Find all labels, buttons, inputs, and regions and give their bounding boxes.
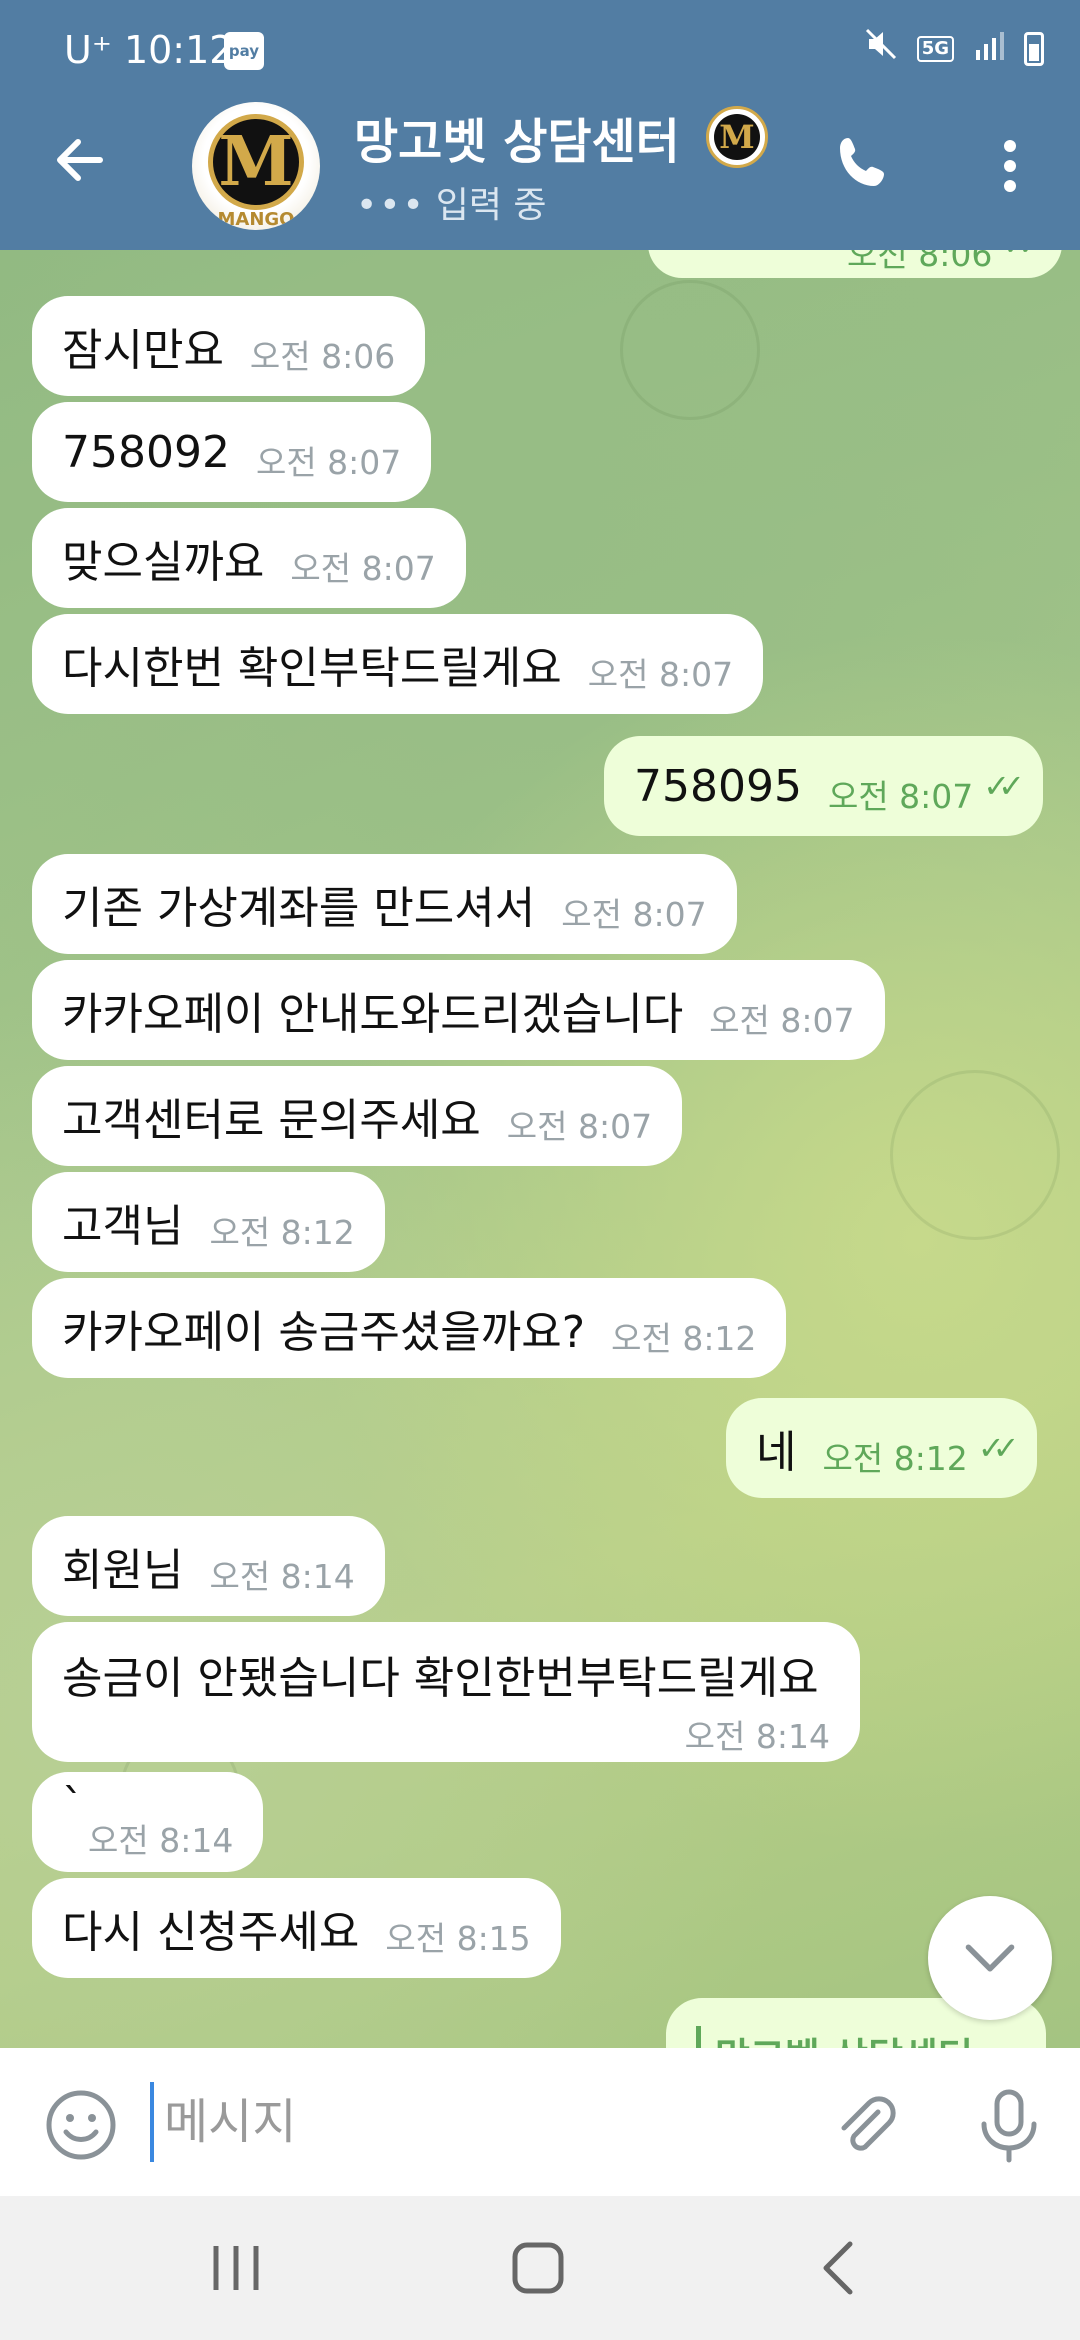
message-time: 오전 8:07 bbox=[827, 777, 974, 816]
back-button[interactable] bbox=[50, 130, 110, 190]
system-nav-bar bbox=[0, 2196, 1080, 2340]
back-chevron-icon bbox=[823, 2241, 853, 2295]
typing-status: ••• 입력 중 bbox=[356, 176, 547, 228]
call-button[interactable] bbox=[830, 132, 894, 196]
carrier-time: U⁺ 10:12 bbox=[64, 28, 234, 72]
typing-dots: ••• bbox=[356, 185, 426, 226]
emoji-button[interactable] bbox=[44, 2088, 118, 2162]
reply-preview-text: 망고벳 상담센터 bbox=[696, 2026, 973, 2048]
message-input[interactable] bbox=[150, 2082, 790, 2162]
message-time: 오전 8:07 bbox=[587, 655, 734, 694]
double-check-icon: ✓✓ bbox=[983, 767, 1024, 805]
message-text: ` bbox=[62, 1780, 84, 1831]
message-time: 오전 8:12 bbox=[611, 1319, 757, 1358]
mute-icon bbox=[863, 26, 899, 71]
message-time: 오전 8:07 bbox=[506, 1107, 653, 1146]
background-doodle bbox=[890, 1070, 1060, 1240]
message-text: 송금이 안됐습니다 확인한번부탁드릴게요 bbox=[62, 1653, 819, 1704]
message-text: 네 bbox=[756, 1427, 797, 1478]
avatar[interactable]: M MANGO bbox=[192, 102, 320, 230]
background-doodle bbox=[620, 280, 760, 420]
message-time: 오전 8:12 bbox=[822, 1439, 968, 1478]
message-text: 758092 bbox=[62, 426, 230, 478]
scroll-down-button[interactable] bbox=[928, 1896, 1052, 2020]
message-time: 오전 8:07 bbox=[290, 549, 436, 588]
message-text: 758095 bbox=[634, 760, 802, 812]
microphone-button[interactable] bbox=[976, 2088, 1042, 2164]
message-text: 회원님 bbox=[62, 1545, 184, 1596]
message-time: 오전 8:06 bbox=[847, 250, 993, 274]
recent-apps-button[interactable] bbox=[208, 2238, 264, 2298]
back-arrow-icon bbox=[57, 139, 103, 181]
message-input-bar bbox=[0, 2048, 1080, 2196]
paperclip-icon bbox=[841, 2096, 896, 2151]
message-text: 맞으실까요 bbox=[62, 537, 265, 588]
home-button[interactable] bbox=[510, 2240, 566, 2296]
microphone-icon bbox=[981, 2089, 1037, 2163]
network-5g-icon: 5G bbox=[916, 35, 954, 62]
title-logo-icon: M bbox=[706, 106, 768, 168]
message-text: 다시 신청주세요 bbox=[62, 1907, 360, 1958]
signal-icon bbox=[972, 27, 1006, 71]
avatar-caption: MANGO bbox=[217, 209, 295, 230]
status-bar: U⁺ 10:12 pay 5G bbox=[0, 0, 1080, 100]
more-menu-button[interactable] bbox=[992, 136, 1028, 196]
message-time: 오전 8:07 bbox=[709, 1001, 855, 1040]
message-text: 기존 가상계좌를 만드셔서 bbox=[62, 883, 536, 934]
typing-label: 입력 중 bbox=[435, 185, 547, 226]
battery-icon bbox=[1024, 31, 1044, 66]
message-time: 오전 8:07 bbox=[255, 443, 402, 482]
recent-apps-icon bbox=[213, 2246, 259, 2290]
attach-button[interactable] bbox=[830, 2090, 900, 2160]
more-vertical-icon bbox=[1004, 140, 1016, 192]
chat-header: U⁺ 10:12 pay 5G M MANGO 망고벳 상담센터 M ••• 입력… bbox=[0, 0, 1080, 250]
chat-area[interactable]: 오전 8:06 ✓✓ 잠시만요 오전 8:06 758092 오전 8:07 맞으… bbox=[0, 250, 1080, 2048]
message-text: 카카오페이 송금주셨을까요? bbox=[62, 1307, 586, 1358]
message-text: 카카오페이 안내도와드리겠습니다 bbox=[62, 989, 684, 1040]
message-time: 오전 8:14 bbox=[209, 1557, 355, 1596]
message-text: 고객센터로 문의주세요 bbox=[62, 1095, 481, 1146]
pay-badge: pay bbox=[224, 32, 264, 70]
message-time: 오전 8:12 bbox=[209, 1213, 355, 1252]
message-text: 다시한번 확인부탁드릴게요 bbox=[62, 643, 562, 694]
smiley-icon bbox=[46, 2090, 116, 2160]
message-text: 고객님 bbox=[62, 1201, 184, 1252]
chevron-down-icon bbox=[965, 1944, 1015, 1972]
phone-icon bbox=[840, 138, 884, 186]
avatar-logo: M bbox=[208, 114, 304, 210]
message-time: 오전 8:14 bbox=[684, 1717, 830, 1756]
double-check-icon: ✓✓ bbox=[1002, 250, 1043, 263]
system-back-button[interactable] bbox=[818, 2238, 858, 2298]
message-time: 오전 8:07 bbox=[561, 895, 707, 934]
double-check-icon: ✓✓ bbox=[977, 1429, 1019, 1467]
message-text: 잠시만요 bbox=[62, 325, 224, 376]
message-time: 오전 8:15 bbox=[385, 1919, 531, 1958]
home-icon bbox=[512, 2242, 564, 2294]
status-icons: 5G bbox=[863, 26, 1044, 71]
message-time: 오전 8:06 bbox=[249, 337, 396, 376]
chat-title[interactable]: 망고벳 상담센터 bbox=[354, 102, 680, 172]
message-time: 오전 8:14 bbox=[88, 1821, 234, 1860]
